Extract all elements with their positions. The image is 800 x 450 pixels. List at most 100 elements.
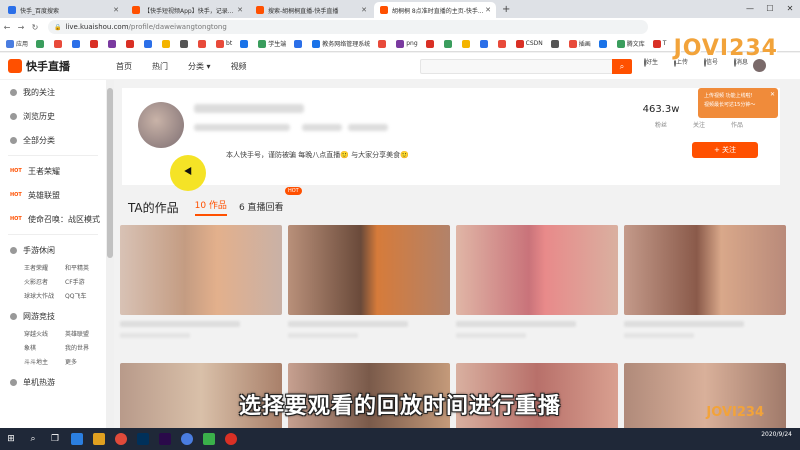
bookmark-item[interactable] <box>378 39 388 48</box>
site-logo[interactable]: 快手直播 <box>8 58 116 74</box>
bookmark-item[interactable]: 学生端 <box>258 39 286 48</box>
task-view-icon[interactable]: ❐ <box>44 428 66 450</box>
bookmark-item[interactable]: 教务网络管理系统 <box>312 39 370 48</box>
sidebar-sub-item[interactable]: 王者荣耀 <box>24 262 65 276</box>
bookmark-item[interactable] <box>443 39 454 48</box>
header-action[interactable]: 好生 <box>644 57 658 67</box>
browser-tab[interactable]: 搜索-胡桐桐直播-快手直播 ✕ <box>250 2 372 18</box>
bookmark-item[interactable] <box>240 39 250 48</box>
browser-tab-active[interactable]: 胡桐桐 8点准时直播的主页-快手... ✕ <box>374 2 496 18</box>
bookmark-item[interactable] <box>162 39 172 48</box>
sidebar-sub-item[interactable]: 我的世界 <box>65 342 106 356</box>
bookmark-item[interactable] <box>425 39 436 48</box>
browser-tab[interactable]: 快手_百度搜索 ✕ <box>2 2 124 18</box>
bookmark-item[interactable] <box>479 39 490 48</box>
tab-live-replay[interactable]: 6 直播回看 HOT <box>239 187 302 216</box>
sidebar-sub-item[interactable]: CF手游 <box>65 276 106 290</box>
video-thumbnail[interactable] <box>456 225 618 315</box>
bookmark-item[interactable] <box>90 39 100 48</box>
sidebar-item-history[interactable]: 浏览历史 <box>0 104 106 128</box>
bookmark-item[interactable]: bt <box>216 39 232 48</box>
close-tab-icon[interactable]: ✕ <box>237 6 243 14</box>
bookmark-item[interactable]: T <box>652 39 666 48</box>
tab-works[interactable]: 10 作品 <box>194 198 227 216</box>
profile-avatar[interactable] <box>138 102 184 148</box>
bookmark-item[interactable] <box>598 39 609 48</box>
bookmark-item[interactable]: 腾文库 <box>616 39 645 48</box>
video-card[interactable] <box>624 225 786 338</box>
app-icon[interactable] <box>220 428 242 450</box>
video-thumbnail[interactable] <box>288 225 450 315</box>
follow-button[interactable]: + 关注 <box>692 142 758 158</box>
bookmark-item[interactable] <box>461 39 472 48</box>
bookmark-item[interactable] <box>550 39 561 48</box>
app-icon[interactable] <box>176 428 198 450</box>
search-icon[interactable]: ⌕ <box>612 59 632 74</box>
app-icon[interactable] <box>132 428 154 450</box>
bookmark-item[interactable] <box>72 39 82 48</box>
sidebar-sub-item[interactable]: 火影忍者 <box>24 276 65 290</box>
stat-fans[interactable]: 463.3w 粉丝 <box>642 104 680 129</box>
nav-video[interactable]: 视频 <box>231 61 247 72</box>
app-icon[interactable] <box>198 428 220 450</box>
scrollbar-thumb[interactable] <box>107 88 113 258</box>
bookmark-item[interactable] <box>108 39 118 48</box>
sidebar-item-hot[interactable]: HOT 使命召唤：战区模式 <box>0 207 106 231</box>
reload-icon[interactable]: ↻ <box>28 23 42 32</box>
bookmark-item[interactable] <box>54 39 64 48</box>
nav-category[interactable]: 分类 ▾ <box>188 61 211 72</box>
sidebar-sub-item[interactable]: 和平精英 <box>65 262 106 276</box>
close-tab-icon[interactable]: ✕ <box>485 6 491 14</box>
video-card[interactable] <box>288 225 450 338</box>
search-input[interactable]: ⌕ <box>420 59 632 74</box>
search-icon[interactable]: ⌕ <box>22 428 44 450</box>
bookmark-item[interactable] <box>198 39 208 48</box>
video-card[interactable] <box>120 225 282 338</box>
sidebar-section-mobile-games[interactable]: 手游休闲 <box>0 238 106 262</box>
close-tab-icon[interactable]: ✕ <box>113 6 119 14</box>
bookmark-item[interactable] <box>144 39 154 48</box>
bookmark-item[interactable] <box>294 39 304 48</box>
bookmark-item[interactable] <box>126 39 136 48</box>
url-input[interactable]: 🔒 live.kuaishou.com/profile/daweiwangton… <box>48 20 648 34</box>
app-icon[interactable] <box>110 428 132 450</box>
sidebar-item-following[interactable]: 我的关注 <box>0 80 106 104</box>
nav-home[interactable]: 首页 <box>116 61 132 72</box>
video-thumbnail[interactable] <box>120 225 282 315</box>
sidebar-item-all-categories[interactable]: 全部分类 <box>0 128 106 152</box>
close-window-icon[interactable]: ✕ <box>780 0 800 18</box>
start-icon[interactable]: ⊞ <box>0 428 22 450</box>
bookmark-item[interactable]: 应用 <box>6 39 28 48</box>
sidebar-item-hot[interactable]: HOT 王者荣耀 <box>0 159 106 183</box>
maximize-icon[interactable]: ☐ <box>760 0 780 18</box>
sidebar-sub-item[interactable]: 斗斗地主 <box>24 356 65 370</box>
bookmark-item[interactable] <box>497 39 508 48</box>
nav-hot[interactable]: 热门 <box>152 61 168 72</box>
app-icon[interactable] <box>66 428 88 450</box>
sidebar-item-hot[interactable]: HOT 英雄联盟 <box>0 183 106 207</box>
sidebar-sub-item[interactable]: 穿越火线 <box>24 328 65 342</box>
sidebar-section-online-games[interactable]: 网游竞技 <box>0 304 106 328</box>
sidebar-scrollbar[interactable] <box>106 80 114 428</box>
bookmark-item[interactable] <box>180 39 190 48</box>
bookmark-item[interactable] <box>36 39 46 48</box>
close-tab-icon[interactable]: ✕ <box>361 6 367 14</box>
app-icon[interactable] <box>154 428 176 450</box>
minimize-icon[interactable]: — <box>740 0 760 18</box>
video-card[interactable] <box>456 225 618 338</box>
sidebar-sub-item[interactable]: 更多 <box>65 356 106 370</box>
sidebar-sub-item[interactable]: 英雄联盟 <box>65 328 106 342</box>
video-thumbnail[interactable] <box>624 225 786 315</box>
bookmark-item[interactable]: png <box>396 39 418 48</box>
sidebar-sub-item[interactable]: 球球大作战 <box>24 290 65 304</box>
sidebar-sub-item[interactable]: 象棋 <box>24 342 65 356</box>
bookmark-item[interactable]: CSDN <box>515 39 543 48</box>
close-icon[interactable]: ✕ <box>770 90 775 99</box>
app-icon[interactable] <box>88 428 110 450</box>
bookmark-item[interactable]: 插画 <box>568 39 591 48</box>
new-tab-button[interactable]: + <box>502 2 510 18</box>
system-tray[interactable]: 2020/9/24 <box>761 430 792 439</box>
forward-icon[interactable]: → <box>14 23 28 32</box>
sidebar-sub-item[interactable]: QQ飞车 <box>65 290 106 304</box>
back-icon[interactable]: ← <box>0 23 14 32</box>
